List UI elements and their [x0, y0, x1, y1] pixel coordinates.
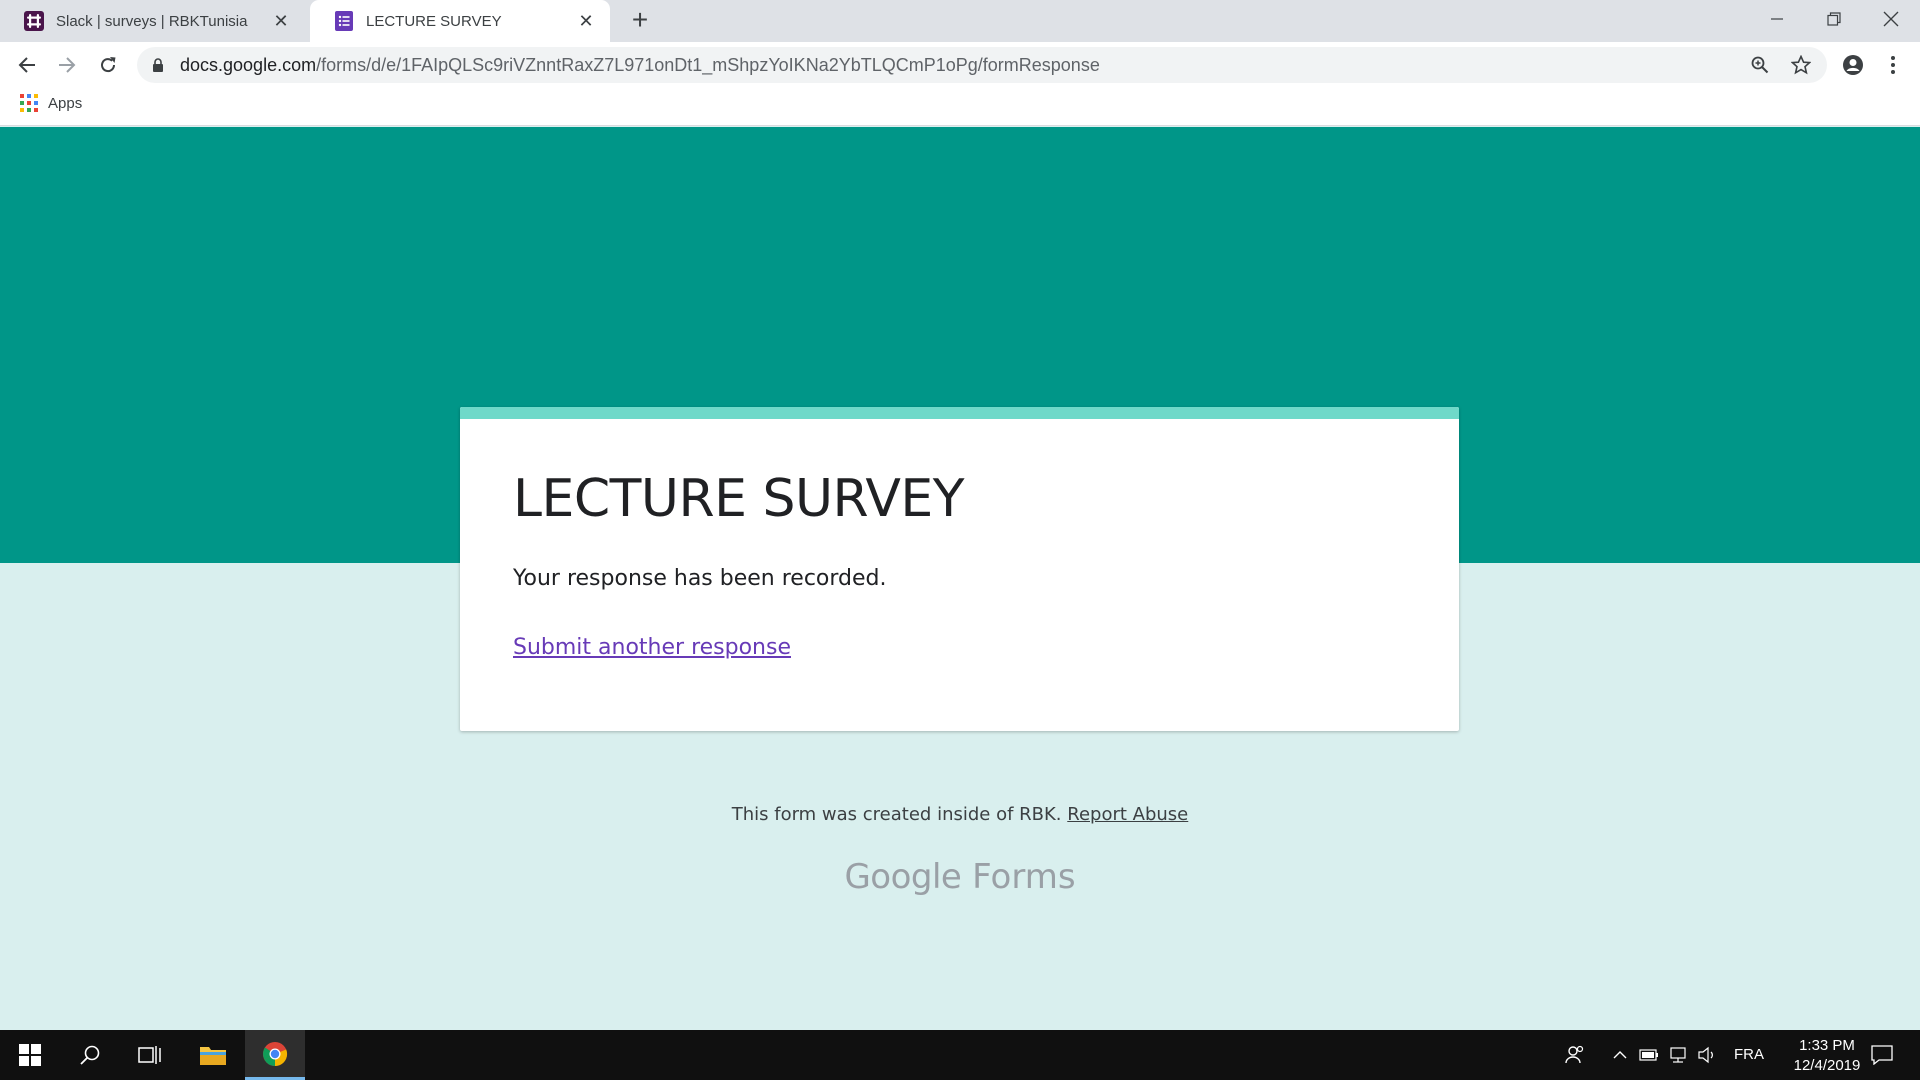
form-footer-note: This form was created inside of RBK. Rep… [0, 804, 1920, 825]
windows-taskbar: FRA 1:33 PM 12/4/2019 [0, 1030, 1920, 1080]
forward-arrow-icon [59, 57, 76, 73]
tab-lecture-survey[interactable]: LECTURE SURVEY ✕ [310, 0, 610, 42]
apps-shortcut[interactable]: Apps [20, 94, 82, 112]
bookmarks-bar: Apps [0, 88, 1920, 126]
browser-toolbar: docs.google.com/forms/d/e/1FAIpQLSc9riVZ… [0, 42, 1920, 88]
form-page: LECTURE SURVEY Your response has been re… [0, 127, 1920, 1030]
volume-button[interactable] [1694, 1030, 1720, 1080]
browser-tab-strip: Slack | surveys | RBKTunisia ✕ LECTURE S… [0, 0, 1920, 42]
search-icon [80, 1045, 100, 1065]
network-button[interactable] [1665, 1030, 1691, 1080]
form-title: LECTURE SURVEY [513, 469, 965, 529]
url-domain: docs.google.com [180, 54, 317, 75]
speaker-icon [1698, 1046, 1713, 1064]
close-tab-icon[interactable]: ✕ [576, 11, 596, 32]
url-path: /forms/d/e/1FAIpQLSc9riVZnntRaxZ7L971onD… [316, 54, 1100, 75]
search-button[interactable] [60, 1030, 120, 1080]
minimize-button[interactable] [1748, 0, 1806, 38]
google-forms-logo[interactable]: Google Forms [0, 857, 1920, 897]
url-text: docs.google.com/forms/d/e/1FAIpQLSc9riVZ… [180, 55, 1100, 76]
menu-button[interactable] [1878, 50, 1908, 80]
lock-icon [152, 58, 164, 72]
close-window-button[interactable] [1862, 0, 1920, 38]
zoom-icon[interactable] [1746, 51, 1774, 79]
close-tab-icon[interactable]: ✕ [271, 11, 291, 32]
notification-icon [1871, 1045, 1893, 1065]
minimize-icon [1771, 18, 1783, 20]
task-view-button[interactable] [120, 1030, 180, 1080]
windows-logo-icon [19, 1044, 41, 1066]
network-icon [1670, 1047, 1686, 1063]
profile-button[interactable] [1838, 50, 1868, 80]
folder-icon [200, 1047, 226, 1065]
address-bar[interactable]: docs.google.com/forms/d/e/1FAIpQLSc9riVZ… [137, 47, 1827, 83]
apps-grid-icon [20, 94, 38, 112]
back-arrow-icon [18, 57, 35, 73]
bookmark-star-icon[interactable] [1787, 51, 1815, 79]
people-icon [1565, 1045, 1584, 1064]
battery-button[interactable] [1636, 1030, 1662, 1080]
response-card: LECTURE SURVEY Your response has been re… [460, 407, 1459, 731]
google-forms-icon [334, 11, 354, 31]
reload-button[interactable] [93, 50, 123, 80]
logo-forms-text: Forms [972, 857, 1076, 897]
account-icon [1843, 55, 1863, 75]
card-accent-bar [460, 407, 1459, 419]
chrome-icon [263, 1041, 288, 1066]
start-button[interactable] [0, 1030, 60, 1080]
footer-text: This form was created inside of RBK. [731, 804, 1062, 825]
show-hidden-icons-button[interactable] [1608, 1030, 1632, 1080]
restore-button[interactable] [1805, 0, 1863, 38]
action-center-button[interactable] [1862, 1030, 1902, 1080]
new-tab-button[interactable]: + [625, 6, 655, 36]
back-button[interactable] [12, 50, 42, 80]
logo-google-text: Google [844, 857, 962, 897]
close-icon [1883, 11, 1899, 27]
input-language-indicator[interactable]: FRA [1734, 1030, 1764, 1080]
kebab-menu-icon [1891, 56, 1895, 74]
tab-lecture-survey-title: LECTURE SURVEY [366, 12, 502, 30]
apps-label: Apps [48, 94, 83, 112]
task-view-icon [138, 1046, 161, 1064]
battery-icon [1639, 1049, 1658, 1061]
chevron-up-icon [1613, 1051, 1627, 1059]
tab-slack-title: Slack | surveys | RBKTunisia [56, 12, 248, 30]
confirmation-message: Your response has been recorded. [513, 566, 887, 591]
forward-button[interactable] [52, 50, 82, 80]
submit-another-response-link[interactable]: Submit another response [513, 635, 791, 660]
slack-icon [24, 11, 44, 31]
reload-icon [101, 57, 116, 73]
chrome-taskbar-button[interactable] [245, 1030, 305, 1080]
file-explorer-button[interactable] [183, 1030, 243, 1080]
tab-slack[interactable]: Slack | surveys | RBKTunisia ✕ [0, 0, 305, 42]
restore-icon [1827, 12, 1841, 26]
report-abuse-link[interactable]: Report Abuse [1067, 804, 1188, 825]
people-tray-button[interactable] [1560, 1030, 1590, 1080]
